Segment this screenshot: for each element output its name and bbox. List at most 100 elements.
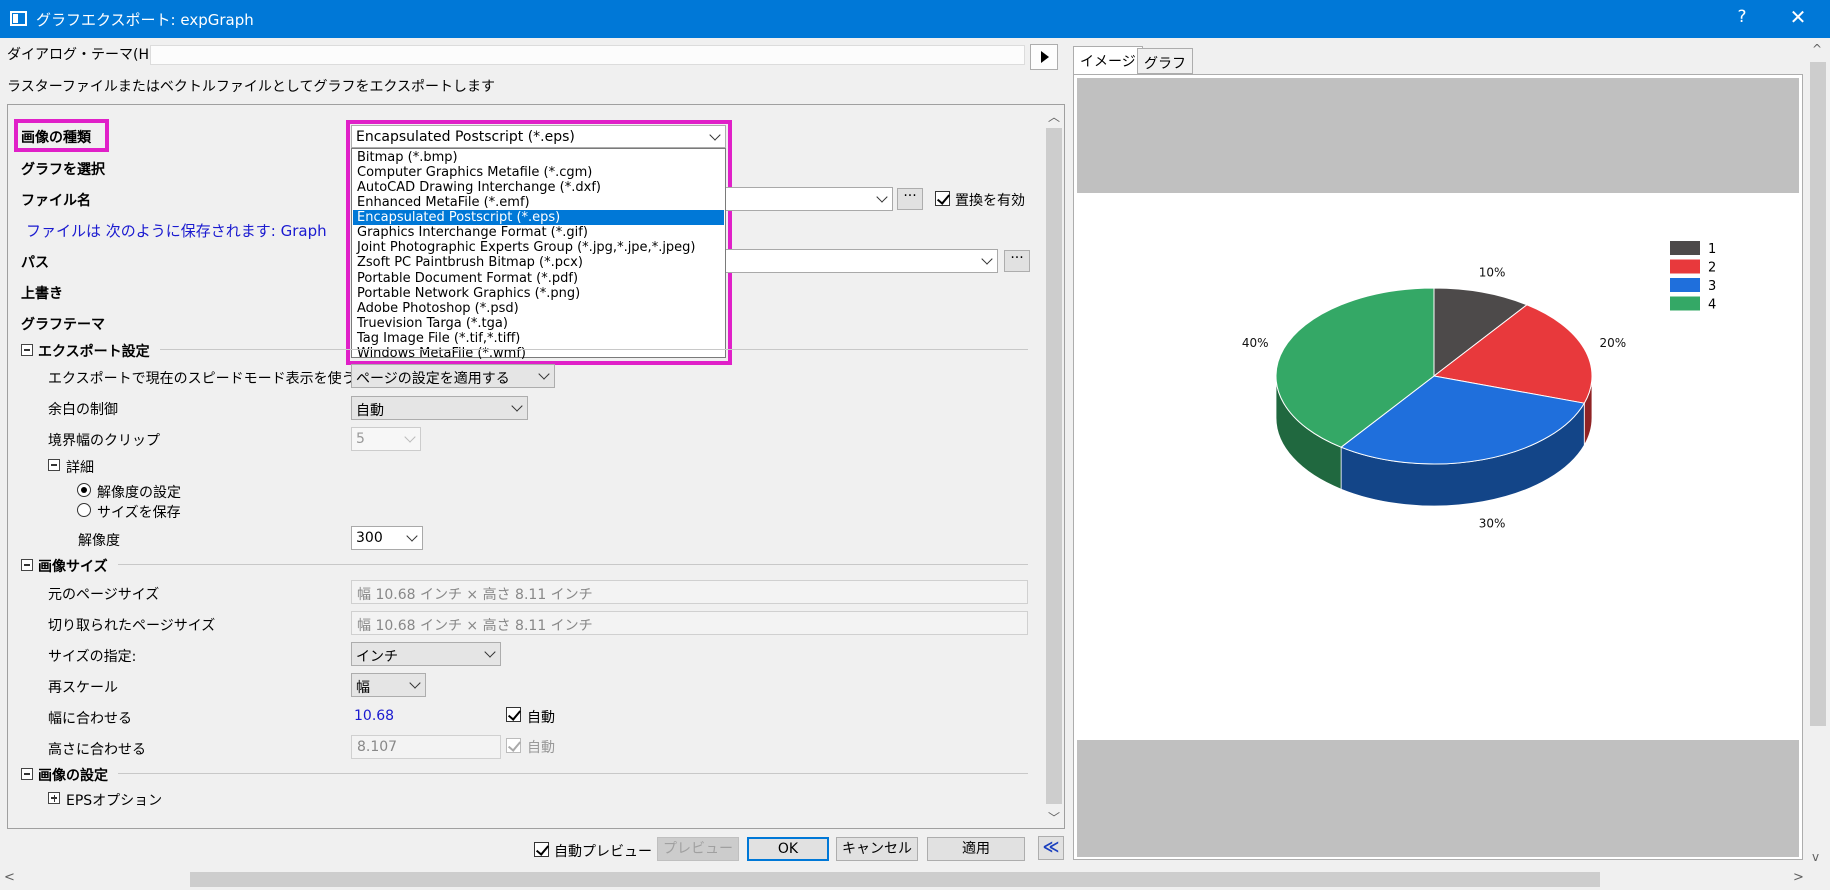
resolution-value: 300 (356, 530, 383, 546)
ok-button[interactable]: OK (747, 837, 829, 861)
fit-height-field: 8.107 (351, 735, 501, 759)
section-divider (160, 349, 1028, 350)
dropdown-option[interactable]: Enhanced MetaFile (*.emf) (353, 195, 724, 210)
scroll-down-icon[interactable]: ﹀ (1047, 809, 1061, 825)
fit-height-auto-label: 自動 (527, 740, 555, 756)
dropdown-option[interactable]: Encapsulated Postscript (*.eps) (353, 210, 724, 226)
file-name-input[interactable] (726, 187, 893, 211)
dropdown-option[interactable]: Truevision Targa (*.tga) (353, 316, 724, 331)
details-header: 詳細 (66, 460, 94, 476)
chevron-down-icon (409, 677, 421, 689)
chevron-down-icon (511, 400, 523, 412)
resolution-select[interactable]: 300 (351, 526, 423, 550)
dropdown-option[interactable]: Bitmap (*.bmp) (353, 150, 724, 165)
saved-as-text: ファイルは 次のように保存されます: Graph (26, 222, 327, 240)
cropped-page-label: 切り取られたページサイズ (48, 618, 216, 634)
dropdown-option[interactable]: Adobe Photoshop (*.psd) (353, 301, 724, 316)
margin-label: 余白の制御 (48, 402, 118, 418)
file-name-browse-button[interactable]: ··· (897, 188, 923, 210)
image-type-select[interactable]: Encapsulated Postscript (*.eps) (351, 125, 726, 148)
pie-slice-label: 20% (1599, 336, 1626, 350)
collapse-preview-button[interactable]: ≪ (1038, 836, 1064, 860)
keep-size-radio-label: サイズを保存 (97, 505, 181, 521)
window-icon (10, 11, 27, 26)
rescale-value: 幅 (356, 680, 370, 696)
cropped-page-field: 幅 10.68 インチ × 高さ 8.11 インチ (351, 611, 1028, 635)
size-spec-select[interactable]: インチ (351, 642, 501, 666)
resolution-radio-label: 解像度の設定 (97, 485, 181, 501)
speed-mode-select[interactable]: ページの設定を適用する (351, 364, 555, 388)
preview-button[interactable]: プレビュー (657, 837, 739, 861)
chevron-down-icon (406, 530, 418, 542)
size-spec-value: インチ (356, 649, 398, 665)
scroll-down-icon[interactable]: v (1812, 850, 1819, 864)
collapse-icon[interactable] (21, 559, 33, 571)
preview-scrollbar[interactable]: ^ v (1808, 38, 1828, 869)
close-button[interactable]: ✕ (1782, 5, 1814, 29)
overwrite-label: 上書き (21, 286, 63, 302)
replace-checkbox[interactable] (935, 191, 950, 206)
auto-preview-checkbox[interactable] (534, 842, 549, 857)
dropdown-option[interactable]: Computer Graphics Metafile (*.cgm) (353, 165, 724, 180)
legend-label: 1 (1708, 242, 1716, 257)
image-type-dropdown-list[interactable]: Bitmap (*.bmp) Computer Graphics Metafile… (351, 148, 726, 361)
dropdown-option[interactable]: Graphics Interchange Format (*.gif) (353, 225, 724, 240)
path-browse-button[interactable]: ··· (1004, 250, 1030, 272)
fit-width-auto-checkbox[interactable] (506, 707, 521, 722)
horizontal-scrollbar[interactable]: < > (0, 869, 1830, 890)
scroll-thumb[interactable] (1810, 62, 1826, 726)
dropdown-option[interactable]: Joint Photographic Experts Group (*.jpg,… (353, 240, 724, 255)
legend-swatch (1670, 296, 1700, 311)
apply-button[interactable]: 適用 (927, 837, 1025, 861)
dropdown-option[interactable]: Zsoft PC Paintbrush Bitmap (*.pcx) (353, 255, 724, 270)
pie-slice-label: 10% (1479, 265, 1506, 279)
expand-icon[interactable] (48, 792, 60, 804)
speed-mode-value: ページの設定を適用する (356, 371, 510, 387)
orig-page-label: 元のページサイズ (48, 587, 160, 603)
fit-width-value[interactable]: 10.68 (354, 708, 394, 724)
eps-options-label[interactable]: EPSオプション (66, 790, 162, 810)
path-input[interactable] (726, 249, 998, 273)
rescale-select[interactable]: 幅 (351, 673, 426, 697)
dropdown-option[interactable]: Portable Network Graphics (*.png) (353, 286, 724, 301)
dialog-theme-label: ダイアログ・テーマ(H) (7, 47, 155, 63)
section-divider (118, 773, 1028, 774)
section-divider (118, 564, 1028, 565)
graph-theme-label: グラフテーマ (21, 317, 105, 333)
scroll-thumb[interactable] (1046, 128, 1062, 804)
tab-graph[interactable]: グラフ (1137, 48, 1193, 74)
chevron-down-icon (981, 253, 993, 265)
cancel-button[interactable]: キャンセル (836, 837, 918, 861)
legend-label: 4 (1708, 298, 1716, 313)
collapse-icon[interactable] (48, 459, 60, 471)
keep-size-radio[interactable] (77, 503, 91, 517)
scroll-up-icon[interactable]: ^ (1812, 42, 1822, 56)
scroll-left-icon[interactable]: < (4, 870, 15, 885)
dialog-theme-menu-button[interactable] (1030, 44, 1058, 70)
collapse-icon[interactable] (21, 344, 33, 356)
title-bar: グラフエクスポート: expGraph ? ✕ (0, 0, 1830, 38)
image-type-label: 画像の種類 (21, 130, 91, 146)
collapse-icon[interactable] (21, 768, 33, 780)
panel-scrollbar[interactable]: ︿ ﹀ (1045, 106, 1063, 827)
legend-swatch (1670, 241, 1700, 255)
legend-label: 2 (1708, 261, 1716, 276)
scroll-thumb[interactable] (190, 872, 1600, 887)
dialog-theme-input[interactable] (150, 45, 1025, 65)
help-button[interactable]: ? (1730, 7, 1754, 27)
fit-width-auto-label: 自動 (527, 710, 555, 726)
dropdown-option[interactable]: Portable Document Format (*.pdf) (353, 271, 724, 286)
fit-width-label: 幅に合わせる (48, 711, 132, 727)
resolution-radio[interactable] (77, 483, 91, 497)
fit-height-auto-checkbox[interactable] (506, 738, 521, 753)
dropdown-option[interactable]: AutoCAD Drawing Interchange (*.dxf) (353, 180, 724, 195)
dropdown-option[interactable]: Tag Image File (*.tif,*.tiff) (353, 331, 724, 346)
clip-select[interactable]: 5 (351, 427, 421, 451)
margin-select[interactable]: 自動 (351, 396, 528, 420)
tab-image[interactable]: イメージ (1073, 46, 1143, 76)
chevron-down-icon (404, 431, 416, 443)
scroll-up-icon[interactable]: ︿ (1047, 108, 1061, 124)
pie-slice-label: 40% (1242, 336, 1269, 350)
scroll-right-icon[interactable]: > (1793, 870, 1804, 885)
preview-margin-bottom (1077, 740, 1799, 857)
